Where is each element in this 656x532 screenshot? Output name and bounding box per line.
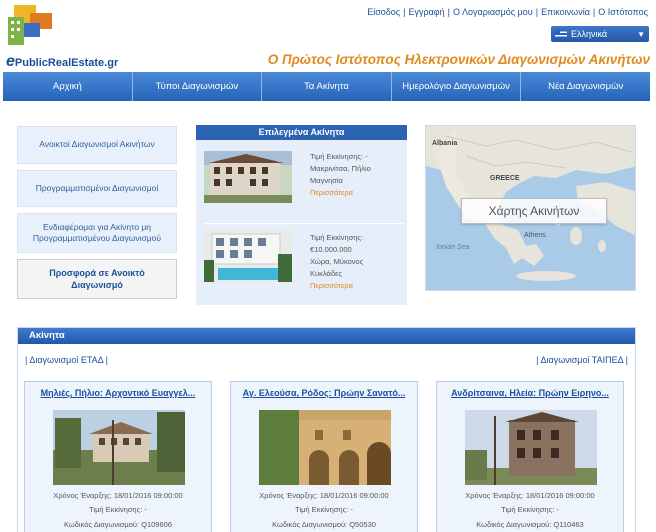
property-card[interactable]: Αγ. Ελεούσα, Ρόδος: Πρώην Σανατό... Χρόν… [230, 381, 418, 532]
property-photo[interactable] [204, 230, 292, 282]
main-nav: Αρχική Τύποι Διαγωνισμών Τα Ακίνητα Ημερ… [3, 72, 650, 101]
more-link[interactable]: Περισσότερα [310, 280, 410, 292]
nav-home[interactable]: Αρχική [3, 72, 133, 101]
side-menu: Ανοικτοί Διαγωνισμοί Ακινήτων Προγραμματ… [17, 126, 177, 305]
nav-tender-types[interactable]: Τύποι Διαγωνισμών [133, 72, 263, 101]
register-link[interactable]: Εγγραφή [408, 7, 444, 17]
property-info: Χρόνος Έναρξης: 18/01/2016 09:00:00 Τιμή… [53, 491, 183, 529]
nav-properties[interactable]: Τα Ακίνητα [262, 72, 392, 101]
offer-open-tender-button[interactable]: Προσφορά σε Ανοικτό Διαγωνισμό [17, 259, 177, 299]
about-site-link[interactable]: Ο Ιστότοπος [598, 7, 648, 17]
greek-flag-icon [555, 30, 567, 38]
map-label: Albania [432, 140, 458, 147]
logo-text: ePublicRealEstate.gr [6, 53, 119, 70]
properties-section: Ακίνητα | Διαγωνισμοί ΕΤΑΔ | | Διαγωνισμ… [17, 327, 636, 532]
property-title[interactable]: Ανδρίτσαινα, Ηλεία: Πρώην Ειρηνο... [437, 388, 623, 398]
chevron-down-icon: ▼ [637, 29, 645, 39]
open-tenders-button[interactable]: Ανοικτοί Διαγωνισμοί Ακινήτων [17, 126, 177, 164]
property-map-button[interactable]: Χάρτης Ακινήτων [461, 198, 607, 224]
site-logo[interactable]: ePublicRealEstate.gr [4, 3, 124, 70]
featured-properties: Επιλεγμένα Ακίνητα Τιμή Εκκίνησης: - Μακ… [196, 125, 407, 305]
featured-title: Επιλεγμένα Ακίνητα [196, 125, 407, 140]
map-label: Ionian Sea [436, 244, 470, 251]
property-photo[interactable] [465, 410, 597, 485]
more-link[interactable]: Περισσότερα [310, 187, 410, 199]
property-map[interactable]: Albania GREECE Athens Ionian Sea Χάρτης … [425, 125, 636, 291]
my-account-link[interactable]: Ο Λογαριασμός μου [453, 7, 533, 17]
nav-tender-calendar[interactable]: Ημερολόγιο Διαγωνισμών [392, 72, 522, 101]
site-tagline: Ο Πρώτος Ιστότοπος Ηλεκτρονικών Διαγωνισ… [267, 52, 650, 67]
login-link[interactable]: Είσοδος [367, 7, 400, 17]
property-info: Χρόνος Έναρξης: 18/01/2016 09:00:00 Τιμή… [259, 491, 389, 529]
property-card[interactable]: Ανδρίτσαινα, Ηλεία: Πρώην Ειρηνο... Χρόν… [436, 381, 624, 532]
property-title[interactable]: Μηλιές, Πήλιο: Αρχοντικό Ευαγγελ... [25, 388, 211, 398]
logo-mark-icon [8, 5, 52, 45]
language-select[interactable]: Ελληνικά ▼ [551, 26, 649, 42]
contact-link[interactable]: Επικοινωνία [541, 7, 590, 17]
featured-info: Τιμή Εκκίνησης: - Μακρινίτσα, Πήλιο Μαγν… [310, 151, 410, 199]
etad-tenders-link[interactable]: | Διαγωνισμοί ΕΤΑΔ | [25, 355, 108, 365]
language-selected: Ελληνικά [571, 29, 608, 39]
featured-item[interactable]: Τιμή Εκκίνησης: €10.000.000 Χώρα, Μύκονο… [204, 223, 404, 293]
property-photo[interactable] [204, 151, 292, 203]
property-photo[interactable] [259, 410, 391, 485]
taiped-tenders-link[interactable]: | Διαγωνισμοί ΤΑΙΠΕΔ | [536, 355, 628, 365]
nav-tender-news[interactable]: Νέα Διαγωνισμών [521, 72, 650, 101]
properties-title: Ακίνητα [18, 328, 635, 344]
map-label: Athens [524, 232, 546, 239]
featured-item[interactable]: Τιμή Εκκίνησης: - Μακρινίτσα, Πήλιο Μαγν… [204, 149, 404, 219]
property-photo[interactable] [53, 410, 185, 485]
property-info: Χρόνος Έναρξης: 18/01/2016 09:00:00 Τιμή… [465, 491, 595, 529]
property-title[interactable]: Αγ. Ελεούσα, Ρόδος: Πρώην Σανατό... [231, 388, 417, 398]
map-label: GREECE [490, 175, 520, 182]
property-card[interactable]: Μηλιές, Πήλιο: Αρχοντικό Ευαγγελ... Χρόν… [24, 381, 212, 532]
interested-property-button[interactable]: Ενδιαφέρομαι για Ακίνητο μη Προγραμματισ… [17, 213, 177, 253]
scheduled-tenders-button[interactable]: Προγραμματισμένοι Διαγωνισμοί [17, 170, 177, 207]
top-links: Είσοδος | Εγγραφή | Ο Λογαριασμός μου | Επικοι… [367, 7, 648, 17]
featured-info: Τιμή Εκκίνησης: €10.000.000 Χώρα, Μύκονο… [310, 232, 410, 292]
